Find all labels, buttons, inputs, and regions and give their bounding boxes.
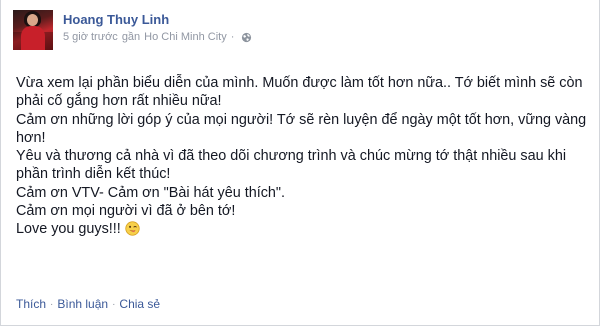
post-actions: Thích · Bình luận · Chia sẻ — [16, 297, 160, 311]
meta-separator: · — [230, 31, 235, 43]
post-line: Yêu và thương cả nhà vì đã theo dõi chươ… — [16, 148, 567, 183]
post-body: Vừa xem lại phần biểu diễn của mình. Muố… — [16, 74, 588, 239]
post-line: Vừa xem lại phần biểu diễn của mình. Muố… — [16, 75, 583, 110]
comment-link[interactable]: Bình luận — [57, 297, 108, 311]
author-name[interactable]: Hoang Thuy Linh — [63, 12, 169, 27]
post-line: Cảm ơn mọi người vì đã ở bên tớ! — [16, 203, 236, 220]
wink-emoji-icon — [125, 221, 140, 236]
action-separator: · — [112, 298, 116, 310]
post-timestamp[interactable]: 5 giờ trước — [63, 31, 118, 43]
avatar[interactable] — [13, 10, 53, 50]
like-link[interactable]: Thích — [16, 297, 46, 311]
post-meta: 5 giờ trước gần Ho Chi Minh City · — [63, 31, 252, 43]
post-line: Love you guys!!! — [16, 221, 121, 238]
location-prefix: gần — [121, 31, 141, 43]
action-separator: · — [50, 298, 54, 310]
post-card: Hoang Thuy Linh 5 giờ trước gần Ho Chi M… — [0, 0, 600, 326]
post-line: Cảm ơn những lời góp ý của mọi người! Tớ… — [16, 111, 587, 146]
share-link[interactable]: Chia sẻ — [119, 297, 160, 311]
post-line: Cảm ơn VTV- Cảm ơn "Bài hát yêu thích". — [16, 184, 286, 201]
globe-icon[interactable] — [241, 32, 252, 43]
post-location[interactable]: Ho Chi Minh City — [144, 31, 227, 43]
